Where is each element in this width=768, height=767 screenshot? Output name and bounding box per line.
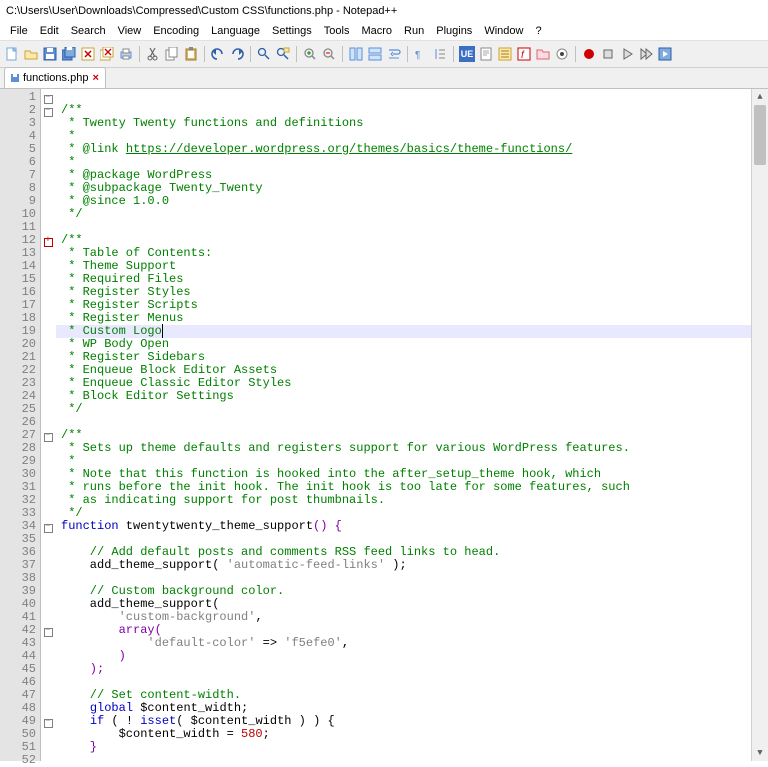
menu-tools[interactable]: Tools: [318, 24, 356, 38]
new-file-icon[interactable]: [4, 46, 20, 62]
scroll-up-icon[interactable]: ▲: [752, 89, 768, 105]
tab-bar: functions.php ×: [0, 68, 768, 89]
fold-gutter[interactable]: [41, 89, 55, 761]
toolbar-separator: [575, 46, 576, 62]
doc-list-icon[interactable]: [497, 46, 513, 62]
wrap-icon[interactable]: [386, 46, 402, 62]
menu-help[interactable]: ?: [529, 24, 547, 38]
menu-file[interactable]: File: [4, 24, 34, 38]
scroll-down-icon[interactable]: ▼: [752, 745, 768, 761]
show-all-chars-icon[interactable]: ¶: [413, 46, 429, 62]
zoom-in-icon[interactable]: [302, 46, 318, 62]
undo-icon[interactable]: [210, 46, 226, 62]
redo-icon[interactable]: [229, 46, 245, 62]
zoom-out-icon[interactable]: [321, 46, 337, 62]
code-area[interactable]: /** * Twenty Twenty functions and defini…: [55, 89, 768, 761]
file-saved-icon: [11, 74, 19, 82]
line-number-gutter: 1234567891011121314151617181920212223242…: [0, 89, 41, 761]
toolbar-separator: [342, 46, 343, 62]
paste-icon[interactable]: [183, 46, 199, 62]
play-multi-icon[interactable]: [638, 46, 654, 62]
menu-macro[interactable]: Macro: [355, 24, 398, 38]
folder-panel-icon[interactable]: [535, 46, 551, 62]
cut-icon[interactable]: [145, 46, 161, 62]
tab-label: functions.php: [23, 72, 88, 84]
menu-run[interactable]: Run: [398, 24, 430, 38]
close-all-icon[interactable]: [99, 46, 115, 62]
window-title: C:\Users\User\Downloads\Compressed\Custo…: [6, 5, 397, 17]
tab-functions-php[interactable]: functions.php ×: [4, 67, 106, 88]
menu-edit[interactable]: Edit: [34, 24, 65, 38]
replace-icon[interactable]: [275, 46, 291, 62]
title-bar: C:\Users\User\Downloads\Compressed\Custo…: [0, 0, 768, 22]
doc-map-icon[interactable]: [478, 46, 494, 62]
vertical-scrollbar[interactable]: ▲ ▼: [751, 89, 768, 761]
find-icon[interactable]: [256, 46, 272, 62]
copy-icon[interactable]: [164, 46, 180, 62]
sync-v-icon[interactable]: [348, 46, 364, 62]
toolbar-separator: [250, 46, 251, 62]
sync-h-icon[interactable]: [367, 46, 383, 62]
save-macro-icon[interactable]: [657, 46, 673, 62]
svg-text:¶: ¶: [415, 50, 420, 61]
menu-window[interactable]: Window: [478, 24, 529, 38]
tab-close-icon[interactable]: ×: [92, 73, 98, 84]
menu-encoding[interactable]: Encoding: [147, 24, 205, 38]
save-all-icon[interactable]: [61, 46, 77, 62]
indent-guide-icon[interactable]: [432, 46, 448, 62]
close-icon[interactable]: [80, 46, 96, 62]
user-lang-icon[interactable]: UE: [459, 46, 475, 62]
editor[interactable]: 1234567891011121314151617181920212223242…: [0, 89, 768, 761]
scrollbar-thumb[interactable]: [754, 105, 766, 165]
stop-icon[interactable]: [600, 46, 616, 62]
record-icon[interactable]: [581, 46, 597, 62]
menu-view[interactable]: View: [112, 24, 148, 38]
open-file-icon[interactable]: [23, 46, 39, 62]
toolbar-separator: [139, 46, 140, 62]
toolbar-separator: [296, 46, 297, 62]
menu-bar: File Edit Search View Encoding Language …: [0, 22, 768, 40]
toolbar: ¶ UE f: [0, 40, 768, 68]
func-list-icon[interactable]: f: [516, 46, 532, 62]
menu-plugins[interactable]: Plugins: [430, 24, 478, 38]
save-icon[interactable]: [42, 46, 58, 62]
menu-settings[interactable]: Settings: [266, 24, 318, 38]
toolbar-separator: [453, 46, 454, 62]
toolbar-separator: [204, 46, 205, 62]
menu-language[interactable]: Language: [205, 24, 266, 38]
print-icon[interactable]: [118, 46, 134, 62]
toolbar-separator: [407, 46, 408, 62]
monitor-icon[interactable]: [554, 46, 570, 62]
play-icon[interactable]: [619, 46, 635, 62]
menu-search[interactable]: Search: [65, 24, 112, 38]
